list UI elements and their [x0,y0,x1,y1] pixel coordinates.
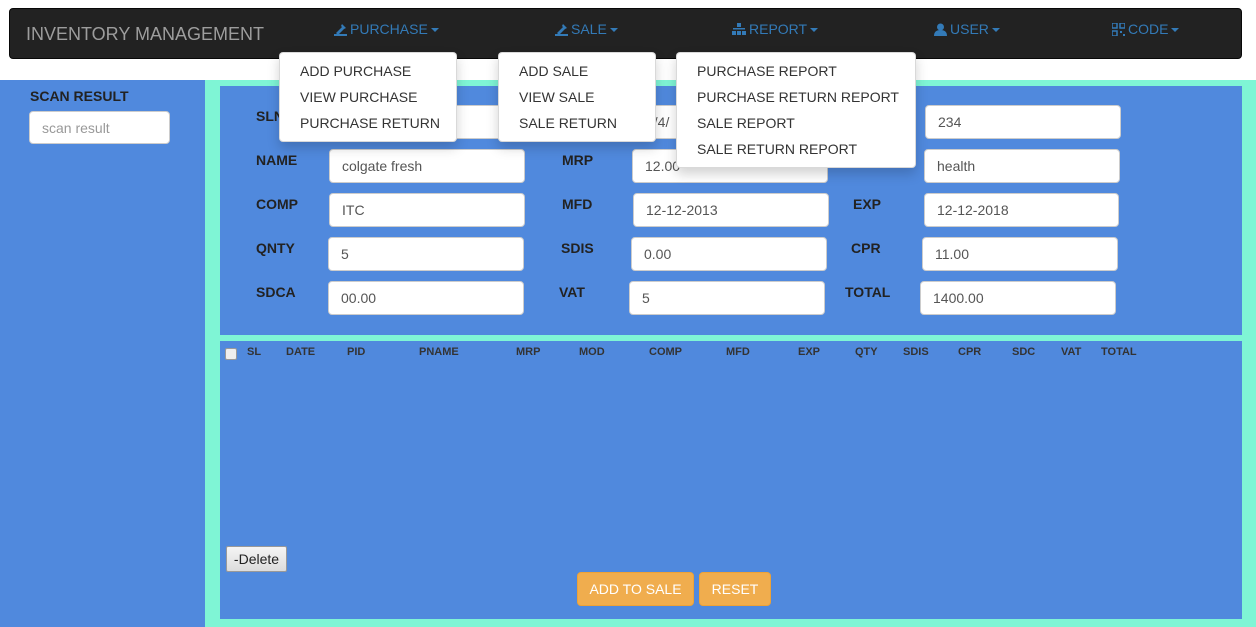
name-label: NAME [256,152,298,168]
nav-report-label: REPORT [749,21,808,37]
select-all-checkbox[interactable] [225,348,237,360]
chevron-down-icon [810,28,819,32]
col-header-comp: COMP [649,346,682,358]
chevron-down-icon [1171,28,1180,32]
total-field[interactable] [920,281,1116,315]
pid-field[interactable] [925,105,1121,139]
col-header-total: TOTAL [1101,346,1137,358]
nav-purchase[interactable]: PURCHASE [334,21,439,39]
nav-sale-label: SALE [571,21,607,37]
col-header-pid: PID [347,346,366,358]
chevron-down-icon [430,28,439,32]
left-panel [0,80,205,627]
mfd-label: MFD [562,196,593,212]
chevron-down-icon [991,28,1000,32]
category-field[interactable] [924,149,1120,183]
qnty-label: QNTY [256,240,295,256]
nav-user-label: USER [950,21,989,37]
col-header-exp: EXP [798,346,821,358]
purchase-dropdown-menu: ADD PURCHASE VIEW PURCHASE PURCHASE RETU… [279,52,457,142]
menu-item-add-sale[interactable]: ADD SALE [499,58,655,84]
menu-item-view-sale[interactable]: VIEW SALE [499,84,655,110]
total-label: TOTAL [845,284,891,300]
chevron-down-icon [609,28,618,32]
nav-code[interactable]: CODE [1111,21,1180,39]
sdca-field[interactable] [328,281,524,315]
col-header-sdc: SDC [1012,346,1036,358]
cpr-field[interactable] [922,237,1118,271]
delete-button[interactable]: -Delete [226,546,287,572]
vat-label: VAT [559,284,585,300]
user-icon [934,23,947,39]
report-icon [732,23,746,39]
menu-item-add-purchase[interactable]: ADD PURCHASE [280,58,456,84]
menu-item-purchase-report[interactable]: PURCHASE REPORT [677,58,915,84]
sdca-label: SDCA [256,284,296,300]
report-dropdown-menu: PURCHASE REPORT PURCHASE RETURN REPORT S… [676,52,916,168]
sale-icon [555,23,568,39]
col-header-qty: QTY [855,346,878,358]
nav-purchase-label: PURCHASE [350,21,428,37]
cpr-label: CPR [851,240,881,256]
mrp-label: MRP [562,152,594,168]
nav-user[interactable]: USER [934,21,1000,39]
nav-code-label: CODE [1128,21,1169,37]
brand-title[interactable]: INVENTORY MANAGEMENT [26,24,264,45]
col-header-pname: PNAME [419,346,459,358]
reset-button[interactable]: RESET [699,572,771,606]
scan-result-label: SCAN RESULT [30,88,129,104]
col-header-mod: MOD [579,346,605,358]
col-header-cpr: CPR [958,346,982,358]
col-header-sl: SL [247,346,262,358]
menu-item-sale-return-report[interactable]: SALE RETURN REPORT [677,136,915,162]
scan-result-input[interactable] [29,111,170,144]
nav-report[interactable]: REPORT [732,21,819,39]
exp-label: EXP [853,196,882,212]
menu-item-sale-report[interactable]: SALE REPORT [677,110,915,136]
comp-field[interactable] [329,193,525,227]
purchase-icon [334,23,347,39]
menu-item-sale-return[interactable]: SALE RETURN [499,110,655,136]
col-header-mfd: MFD [726,346,750,358]
col-header-sdis: SDIS [903,346,929,358]
menu-item-purchase-return[interactable]: PURCHASE RETURN [280,110,456,136]
col-header-vat: VAT [1061,346,1082,358]
comp-label: COMP [256,196,298,212]
name-field[interactable] [329,149,525,183]
sale-dropdown-menu: ADD SALE VIEW SALE SALE RETURN [498,52,656,142]
nav-sale[interactable]: SALE [555,21,618,39]
qrcode-icon [1111,22,1126,39]
add-to-sale-button[interactable]: ADD TO SALE [577,572,694,606]
qnty-field[interactable] [328,237,524,271]
exp-field[interactable] [924,193,1119,227]
menu-item-view-purchase[interactable]: VIEW PURCHASE [280,84,456,110]
col-header-mrp: MRP [516,346,541,358]
sdis-label: SDIS [561,240,594,256]
mfd-field[interactable] [633,193,829,227]
vat-field[interactable] [629,281,825,315]
menu-item-purchase-return-report[interactable]: PURCHASE RETURN REPORT [677,84,915,110]
sdis-field[interactable] [631,237,827,271]
col-header-date: DATE [286,346,316,358]
